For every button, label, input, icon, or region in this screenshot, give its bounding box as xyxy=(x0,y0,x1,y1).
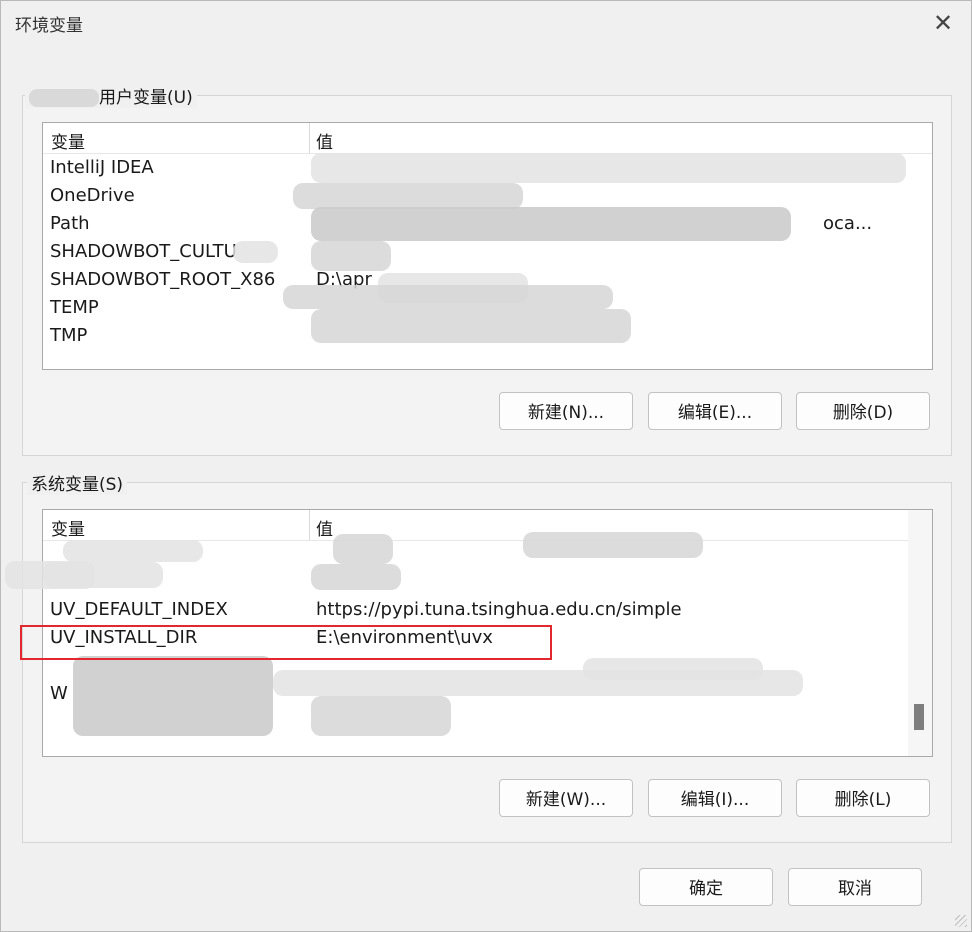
column-separator[interactable] xyxy=(309,510,310,540)
privacy-blur xyxy=(311,309,631,343)
user-variables-list[interactable]: 变量 值 IntelliJ IDEA OneDrive Path oca... … xyxy=(42,122,933,370)
var-name: TEMP xyxy=(50,297,99,318)
system-list-scrollbar[interactable] xyxy=(908,510,932,756)
column-header-value[interactable]: 值 xyxy=(316,128,333,153)
user-new-button[interactable]: 新建(N)... xyxy=(499,392,633,430)
ok-button[interactable]: 确定 xyxy=(639,868,773,906)
scroll-thumb[interactable] xyxy=(914,704,924,730)
privacy-blur xyxy=(63,540,203,562)
user-delete-button[interactable]: 删除(D) xyxy=(796,392,930,430)
user-variables-label-text: 用户变量(U) xyxy=(99,88,193,108)
var-name: Path xyxy=(50,213,90,234)
var-value: https://pypi.tuna.tsinghua.edu.cn/simple xyxy=(316,599,682,620)
system-variables-label: 系统变量(S) xyxy=(27,470,128,495)
column-header-name[interactable]: 变量 xyxy=(51,128,85,153)
column-separator[interactable] xyxy=(309,123,310,153)
system-edit-button[interactable]: 编辑(I)... xyxy=(648,779,782,817)
user-var-row[interactable]: SHADOWBOT_CULTU xyxy=(43,238,932,266)
system-list-header: 变量 值 xyxy=(43,510,932,541)
privacy-blur xyxy=(311,153,906,183)
system-delete-button[interactable]: 删除(L) xyxy=(796,779,930,817)
privacy-blur xyxy=(5,561,95,589)
close-icon[interactable]: ✕ xyxy=(929,9,957,37)
environment-variables-dialog: 环境变量 ✕ 用户变量(U) 变量 值 IntelliJ IDEA OneDri… xyxy=(0,0,972,932)
var-name: SHADOWBOT_ROOT_X86 xyxy=(50,269,276,290)
privacy-blur xyxy=(311,207,791,241)
resize-grip[interactable] xyxy=(955,915,967,927)
dialog-title: 环境变量 xyxy=(15,16,83,36)
var-name: SHADOWBOT_CULTU xyxy=(50,241,237,262)
system-new-button[interactable]: 新建(W)... xyxy=(499,779,633,817)
privacy-blur xyxy=(311,241,391,271)
privacy-blur xyxy=(311,696,451,736)
var-name: OneDrive xyxy=(50,185,135,206)
privacy-blur xyxy=(283,285,613,309)
privacy-blur xyxy=(583,658,763,680)
privacy-blur xyxy=(73,656,273,736)
column-header-value[interactable]: 值 xyxy=(316,515,333,540)
privacy-blur xyxy=(293,183,523,209)
highlight-box xyxy=(20,625,552,660)
privacy-blur xyxy=(523,532,703,558)
blurred-username xyxy=(29,89,99,107)
var-name: W xyxy=(50,683,68,704)
user-variables-label: 用户变量(U) xyxy=(25,83,197,108)
var-name: TMP xyxy=(50,325,88,346)
user-list-header: 变量 值 xyxy=(43,123,932,154)
privacy-blur xyxy=(233,241,278,263)
column-header-name[interactable]: 变量 xyxy=(51,515,85,540)
system-var-row[interactable]: UV_DEFAULT_INDEX https://pypi.tuna.tsing… xyxy=(43,596,932,624)
privacy-blur xyxy=(333,534,393,564)
var-name: UV_DEFAULT_INDEX xyxy=(50,599,228,620)
user-edit-button[interactable]: 编辑(E)... xyxy=(648,392,782,430)
var-name: IntelliJ IDEA xyxy=(50,157,154,178)
privacy-blur xyxy=(311,564,401,590)
var-value: oca... xyxy=(823,213,873,234)
cancel-button[interactable]: 取消 xyxy=(788,868,922,906)
